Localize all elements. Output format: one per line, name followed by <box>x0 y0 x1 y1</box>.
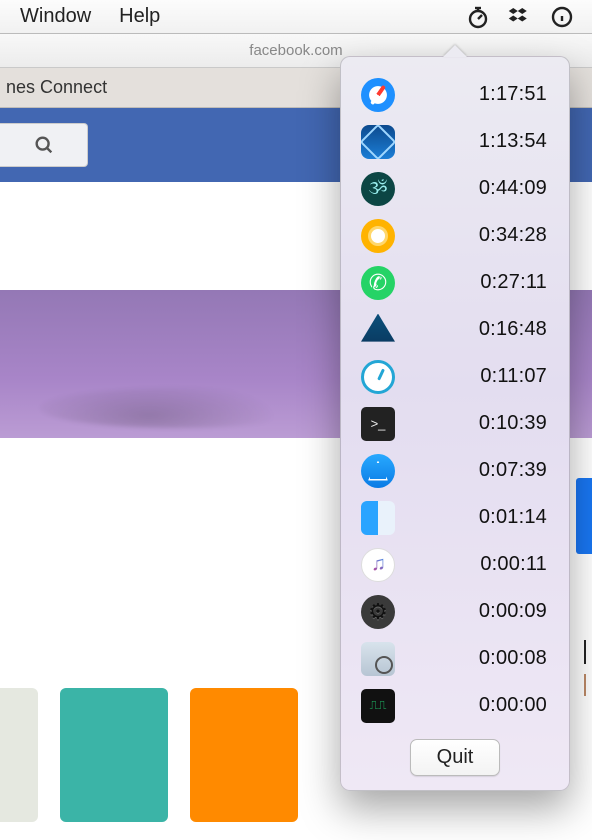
tab-title: nes Connect <box>6 77 107 98</box>
menubar-status-icons <box>466 5 586 29</box>
stopwatch-icon[interactable] <box>466 5 490 29</box>
timer-icon <box>359 358 397 396</box>
app-time-entry[interactable]: ૐ 0:44:09 <box>351 165 559 212</box>
app-time-entry[interactable]: >_ 0:10:39 <box>351 400 559 447</box>
evernote-icon: ૐ <box>359 170 397 208</box>
time-label: 0:07:39 <box>397 459 551 482</box>
search-icon <box>33 134 55 156</box>
xcode-icon <box>359 123 397 161</box>
card[interactable] <box>60 688 168 822</box>
time-tracker-popup: 1:17:51 1:13:54 ૐ 0:44:09 0:34:28 ✆ 0:27… <box>340 56 570 791</box>
app-time-entry[interactable]: 0:16:48 <box>351 306 559 353</box>
itunes-icon <box>359 546 397 584</box>
time-label: 0:00:11 <box>397 553 551 576</box>
chrome-icon <box>359 217 397 255</box>
app-time-entry[interactable]: 0:00:08 <box>351 635 559 682</box>
finder-icon <box>359 499 397 537</box>
quit-row: Quit <box>351 729 559 776</box>
search-button[interactable] <box>0 123 88 167</box>
time-label: 0:00:00 <box>397 694 551 717</box>
divider <box>584 674 586 696</box>
app-time-entry[interactable]: ⎍⎍ 0:00:00 <box>351 682 559 729</box>
time-label: 0:00:08 <box>397 647 551 670</box>
activity-monitor-icon: ⎍⎍ <box>359 687 397 725</box>
safari-icon <box>359 76 397 114</box>
affinity-icon <box>359 311 397 349</box>
side-button[interactable] <box>576 478 592 554</box>
time-label: 0:44:09 <box>397 177 551 200</box>
app-time-entry[interactable]: 0:34:28 <box>351 212 559 259</box>
preview-icon <box>359 640 397 678</box>
card[interactable] <box>190 688 298 822</box>
app-time-entry[interactable]: 0:00:09 <box>351 588 559 635</box>
app-time-entry[interactable]: 0:11:07 <box>351 353 559 400</box>
menu-help[interactable]: Help <box>105 5 174 28</box>
info-icon[interactable] <box>550 5 574 29</box>
system-menubar: Window Help <box>0 0 592 34</box>
time-label: 0:00:09 <box>397 600 551 623</box>
whatsapp-icon: ✆ <box>359 264 397 302</box>
app-time-entry[interactable]: ✆ 0:27:11 <box>351 259 559 306</box>
app-time-entry[interactable]: 1:13:54 <box>351 118 559 165</box>
time-label: 0:34:28 <box>397 224 551 247</box>
card[interactable] <box>0 688 38 822</box>
appstore-icon <box>359 452 397 490</box>
app-time-entry[interactable]: 0:07:39 <box>351 447 559 494</box>
time-label: 0:10:39 <box>397 412 551 435</box>
app-time-entry[interactable]: 0:01:14 <box>351 494 559 541</box>
card-row <box>0 688 298 822</box>
time-label: 0:27:11 <box>397 271 551 294</box>
terminal-icon: >_ <box>359 405 397 443</box>
app-time-entry[interactable]: 0:00:11 <box>351 541 559 588</box>
quit-button[interactable]: Quit <box>410 739 501 776</box>
time-label: 0:11:07 <box>397 365 551 388</box>
time-label: 1:13:54 <box>397 130 551 153</box>
dropbox-icon[interactable] <box>508 5 532 29</box>
time-label: 0:01:14 <box>397 506 551 529</box>
menu-window[interactable]: Window <box>6 5 105 28</box>
settings-icon <box>359 593 397 631</box>
time-label: 0:16:48 <box>397 318 551 341</box>
time-label: 1:17:51 <box>397 83 551 106</box>
divider <box>584 640 586 664</box>
app-time-entry[interactable]: 1:17:51 <box>351 71 559 118</box>
